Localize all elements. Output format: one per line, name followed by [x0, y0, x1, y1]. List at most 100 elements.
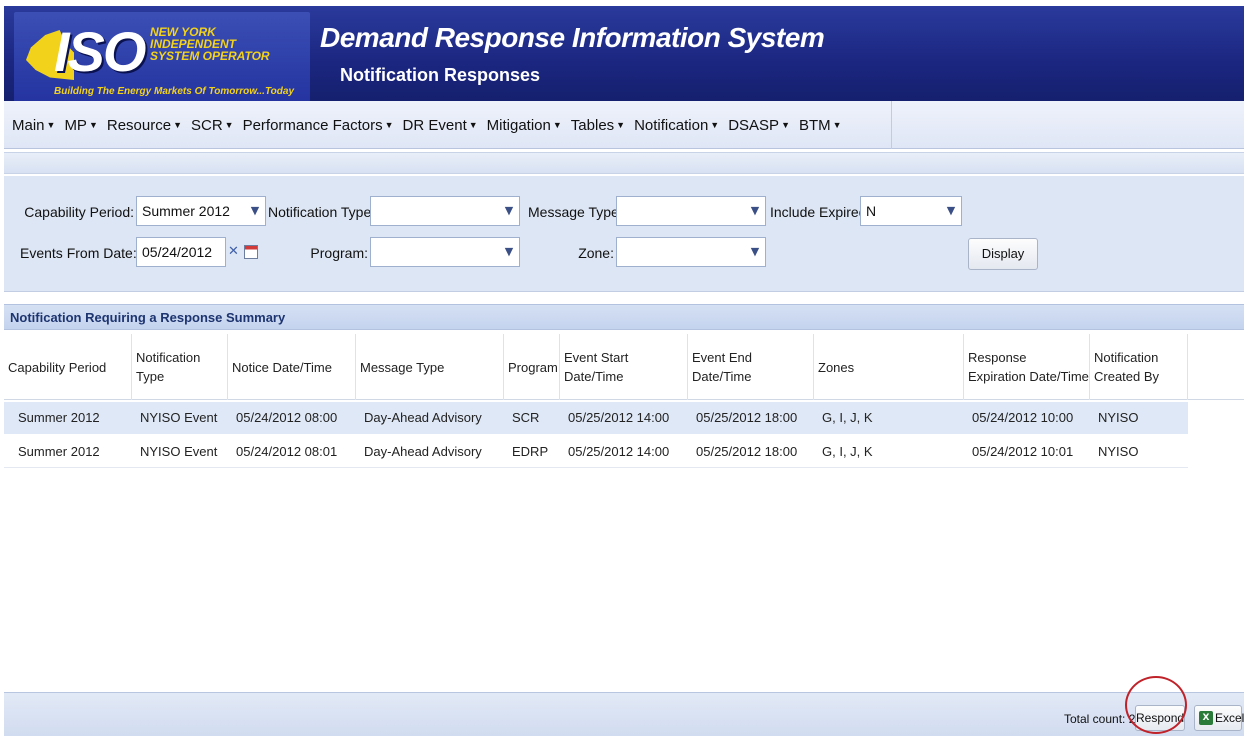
column-header-event-end[interactable]: Event End Date/Time: [688, 334, 814, 400]
chevron-down-icon: ▼: [750, 245, 760, 258]
caret-down-icon: ▼: [832, 119, 842, 130]
table-row[interactable]: Summer 2012 NYISO Event 05/24/2012 08:01…: [4, 436, 1188, 468]
chevron-down-icon: ▼: [504, 245, 514, 258]
logo-line-3: SYSTEM OPERATOR: [150, 49, 270, 63]
table-row[interactable]: Summer 2012 NYISO Event 05/24/2012 08:00…: [4, 402, 1188, 434]
cell-notice-datetime: 05/24/2012 08:01: [236, 444, 338, 459]
cell-created-by: NYISO: [1098, 444, 1139, 459]
menu-mitigation[interactable]: Mitigation ▼: [487, 115, 562, 136]
menu-resource[interactable]: Resource ▼: [107, 115, 182, 136]
menu-notification[interactable]: Notification ▼: [634, 115, 719, 136]
include-expired-value: N: [866, 203, 877, 219]
chevron-down-icon: ▼: [946, 204, 956, 217]
column-header-text: Response: [968, 350, 1027, 365]
capability-period-value: Summer 2012: [142, 203, 230, 219]
excel-button-label: Excel: [1215, 711, 1245, 725]
caret-down-icon: ▼: [46, 119, 56, 130]
cell-message-type: Day-Ahead Advisory: [364, 410, 482, 425]
menu-performance-factors[interactable]: Performance Factors ▼: [243, 115, 394, 136]
column-header-text: Notification: [1094, 350, 1159, 365]
capability-period-select[interactable]: Summer 2012 ▼: [136, 196, 266, 226]
grid-title: Notification Requiring a Response Summar…: [10, 310, 286, 325]
column-header-notice-datetime[interactable]: Notice Date/Time: [228, 334, 356, 400]
events-from-date-value: 05/24/2012: [142, 244, 213, 260]
menu-tables[interactable]: Tables ▼: [571, 115, 625, 136]
chevron-down-icon: ▼: [250, 204, 260, 217]
app-header: ISO NEW YORK INDEPENDENT SYSTEM OPERATOR…: [4, 6, 1244, 102]
menu-performance-factors-label: Performance Factors: [242, 116, 383, 134]
events-from-date-input[interactable]: 05/24/2012: [136, 237, 226, 267]
menu-notification-label: Notification: [634, 116, 709, 134]
excel-export-button[interactable]: X Excel: [1194, 705, 1245, 731]
caret-down-icon: ▼: [224, 119, 234, 130]
message-type-label: Message Type:: [528, 204, 623, 220]
menu-main[interactable]: Main ▼: [12, 115, 55, 136]
cell-zones: G, I, J, K: [822, 444, 873, 459]
nyiso-logo: ISO NEW YORK INDEPENDENT SYSTEM OPERATOR…: [14, 12, 310, 102]
notification-type-select[interactable]: ▼: [370, 196, 520, 226]
caret-down-icon: ▼: [468, 119, 478, 130]
zone-label: Zone:: [578, 245, 614, 261]
column-header-program[interactable]: Program: [504, 334, 560, 400]
cell-message-type: Day-Ahead Advisory: [364, 444, 482, 459]
column-header-event-start[interactable]: Event Start Date/Time: [560, 334, 688, 400]
column-header-text: Zones: [818, 359, 855, 375]
toolbar-band: [4, 152, 1244, 174]
logo-iso-text: ISO: [54, 20, 146, 83]
column-header-text: Date/Time: [692, 369, 752, 384]
caret-down-icon: ▼: [781, 119, 790, 130]
events-from-date-label: Events From Date:: [20, 245, 137, 261]
caret-down-icon: ▼: [710, 119, 720, 130]
cell-event-end: 05/25/2012 18:00: [696, 410, 798, 425]
menu-mitigation-label: Mitigation: [486, 116, 551, 134]
cell-capability-period: Summer 2012: [18, 410, 100, 425]
message-type-select[interactable]: ▼: [616, 196, 766, 226]
menu-resource-label: Resource: [106, 116, 172, 134]
caret-down-icon: ▼: [616, 119, 626, 130]
menu-scr-label: SCR: [190, 116, 223, 134]
menu-mp-label: MP: [64, 116, 87, 134]
program-select[interactable]: ▼: [370, 237, 520, 267]
cell-capability-period: Summer 2012: [18, 444, 100, 459]
respond-highlight-circle: [1125, 676, 1187, 734]
column-header-text: Notice Date/Time: [232, 359, 332, 375]
zone-select[interactable]: ▼: [616, 237, 766, 267]
menu-mp[interactable]: MP ▼: [64, 115, 97, 136]
menu-scr[interactable]: SCR ▼: [191, 115, 234, 136]
column-header-text: Event End: [692, 350, 752, 365]
chevron-down-icon: ▼: [750, 204, 760, 217]
cell-response-expiration: 05/24/2012 10:00: [972, 410, 1074, 425]
filter-panel: Capability Period: Summer 2012 ▼ Notific…: [4, 176, 1244, 292]
menu-items: Main ▼ MP ▼ Resource ▼ SCR ▼ Performance Fac…: [4, 101, 892, 149]
clear-date-icon[interactable]: ✕: [228, 243, 239, 261]
cell-response-expiration: 05/24/2012 10:01: [972, 444, 1074, 459]
grid-footer: Total count: 2 Respond X Excel: [4, 692, 1244, 736]
column-header-zones[interactable]: Zones: [814, 334, 964, 400]
excel-icon: X: [1199, 711, 1213, 725]
menu-dsasp[interactable]: DSASP ▼: [728, 115, 790, 136]
column-header-notification-type[interactable]: Notification Type: [132, 334, 228, 400]
column-header-response-expiration[interactable]: Response Expiration Date/Time: [964, 334, 1090, 400]
column-header-message-type[interactable]: Message Type: [356, 334, 504, 400]
cell-event-end: 05/25/2012 18:00: [696, 444, 798, 459]
column-header-capability-period[interactable]: Capability Period: [4, 334, 132, 400]
include-expired-label: Include Expired:: [770, 204, 871, 220]
cell-event-start: 05/25/2012 14:00: [568, 444, 670, 459]
grid-header: Capability Period Notification Type Notic…: [4, 334, 1244, 400]
column-header-created-by[interactable]: Notification Created By: [1090, 334, 1188, 400]
display-button[interactable]: Display: [968, 238, 1038, 270]
page-title: Notification Responses: [340, 65, 541, 85]
include-expired-select[interactable]: N ▼: [860, 196, 962, 226]
cell-notification-type: NYISO Event: [140, 410, 218, 425]
column-header-text: Date/Time: [564, 369, 624, 384]
calendar-icon[interactable]: [244, 245, 258, 259]
menu-dr-event[interactable]: DR Event ▼: [403, 115, 478, 136]
menu-tables-label: Tables: [570, 116, 615, 134]
menu-btm[interactable]: BTM ▼: [799, 115, 842, 136]
cell-program: SCR: [512, 410, 540, 425]
column-header-text: Program: [508, 359, 558, 375]
main-menu-bar: Main ▼ MP ▼ Resource ▼ SCR ▼ Performance Fac…: [4, 101, 1244, 149]
menu-main-label: Main: [12, 116, 45, 134]
menu-btm-label: BTM: [798, 116, 831, 134]
caret-down-icon: ▼: [88, 119, 98, 130]
